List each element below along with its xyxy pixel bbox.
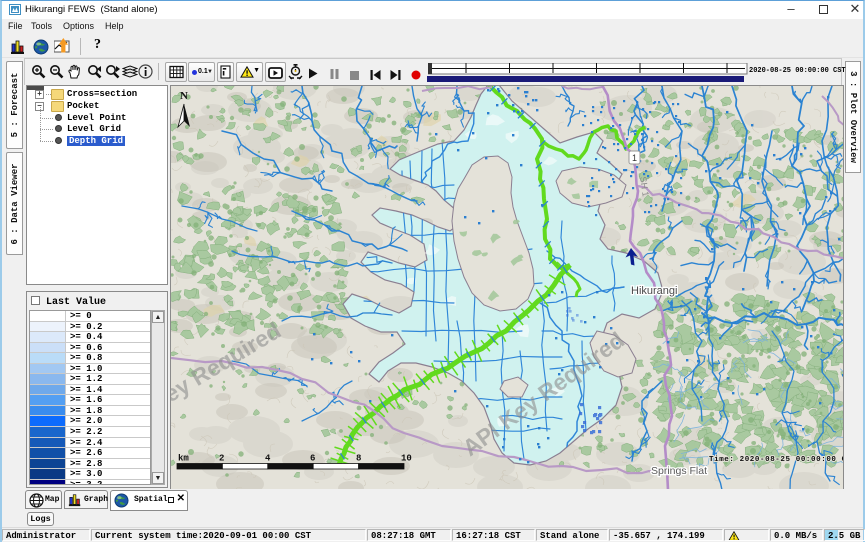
svg-text:8: 8 <box>356 454 361 464</box>
svg-text:10: 10 <box>401 454 412 464</box>
svg-text:N: N <box>180 90 188 102</box>
svg-text:Springs Flat: Springs Flat <box>651 465 707 477</box>
svg-text:2: 2 <box>219 454 224 464</box>
svg-text:1: 1 <box>632 153 637 163</box>
svg-text:km: km <box>178 454 189 464</box>
svg-text:6: 6 <box>310 454 315 464</box>
svg-text:4: 4 <box>265 454 271 464</box>
svg-text:Hikurangi: Hikurangi <box>631 285 677 297</box>
svg-text:Time: 2020-08-25 00:00:00 CST: Time: 2020-08-25 00:00:00 CST <box>709 456 844 464</box>
